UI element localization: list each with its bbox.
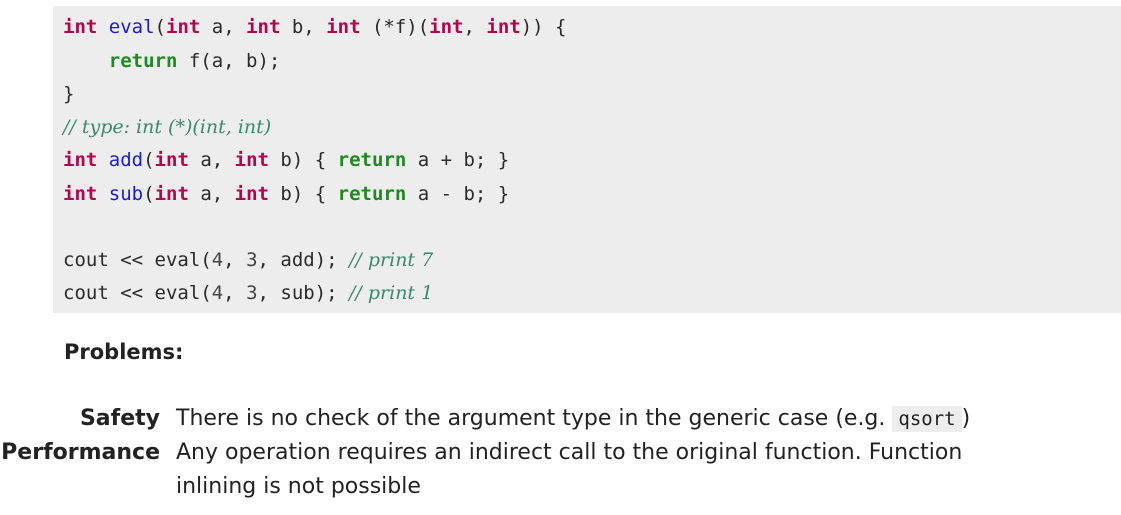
keyword: int bbox=[326, 16, 361, 38]
keyword: return bbox=[337, 149, 407, 171]
keyword: int bbox=[154, 183, 189, 205]
problem-desc-performance: Any operation requires an indirect call … bbox=[176, 436, 962, 470]
desc-text: ) bbox=[961, 406, 971, 431]
number-literal: 4 bbox=[211, 282, 224, 304]
code-text: b) { bbox=[268, 149, 338, 171]
function-name: add bbox=[108, 149, 144, 171]
code-text: ( bbox=[143, 149, 155, 171]
code-text: b, bbox=[280, 16, 327, 38]
desc-text: Any operation requires an indirect call … bbox=[176, 440, 963, 465]
keyword: int bbox=[246, 16, 281, 38]
code-text: (*f)( bbox=[360, 16, 430, 38]
keyword: int bbox=[486, 16, 521, 38]
problems-heading: Problems: bbox=[64, 340, 184, 364]
keyword: int bbox=[154, 149, 189, 171]
code-comment: // type: int (*)(int, int) bbox=[63, 116, 272, 138]
code-text: , sub); bbox=[257, 282, 350, 304]
code-text: ( bbox=[154, 16, 166, 38]
code-line: } bbox=[63, 81, 74, 107]
code-text: a - b; } bbox=[406, 183, 510, 205]
code-line: // type: int (*)(int, int) bbox=[63, 114, 271, 140]
inline-code: qsort bbox=[892, 406, 962, 432]
problem-desc-performance-cont: inlining is not possible bbox=[176, 470, 421, 504]
code-text: , bbox=[463, 16, 487, 38]
code-text: a, bbox=[200, 16, 247, 38]
code-comment: // print 1 bbox=[349, 282, 434, 304]
code-text: , bbox=[223, 249, 247, 271]
code-line: int eval(int a, int b, int (*f)(int, int… bbox=[63, 14, 566, 40]
code-text: )) { bbox=[520, 16, 567, 38]
number-literal: 3 bbox=[246, 249, 258, 271]
code-block: int eval(int a, int b, int (*f)(int, int… bbox=[53, 6, 1121, 313]
code-text: ( bbox=[143, 183, 155, 205]
keyword: int bbox=[234, 149, 269, 171]
code-text: a, bbox=[188, 183, 235, 205]
code-comment: // print 7 bbox=[349, 249, 434, 271]
code-text: } bbox=[63, 83, 75, 105]
keyword: return bbox=[337, 183, 407, 205]
keyword: int bbox=[234, 183, 269, 205]
keyword: return bbox=[108, 50, 178, 72]
desc-text: There is no check of the argument type i… bbox=[176, 406, 893, 431]
number-literal: 4 bbox=[211, 249, 224, 271]
code-text: f(a, b); bbox=[177, 50, 281, 72]
keyword: int bbox=[429, 16, 464, 38]
problem-term-safety: Safety bbox=[79, 406, 160, 431]
code-text: , bbox=[223, 282, 247, 304]
code-line: int sub(int a, int b) { return a - b; } bbox=[63, 181, 509, 207]
code-text: b) { bbox=[268, 183, 338, 205]
problem-term-performance: Performance bbox=[1, 440, 160, 465]
keyword: int bbox=[63, 16, 98, 38]
code-text: a + b; } bbox=[406, 149, 510, 171]
code-line: int add(int a, int b) { return a + b; } bbox=[63, 147, 509, 173]
code-text: cout << eval( bbox=[63, 249, 212, 271]
keyword: int bbox=[63, 183, 98, 205]
number-literal: 3 bbox=[246, 282, 258, 304]
code-text: cout << eval( bbox=[63, 282, 212, 304]
code-text: , add); bbox=[257, 249, 350, 271]
code-line: cout << eval(4, 3, sub); // print 1 bbox=[63, 280, 433, 306]
code-text: a, bbox=[188, 149, 235, 171]
function-name: sub bbox=[108, 183, 144, 205]
code-line: return f(a, b); bbox=[63, 48, 281, 74]
function-name: eval bbox=[108, 16, 155, 38]
code-line: cout << eval(4, 3, add); // print 7 bbox=[63, 247, 433, 273]
keyword: int bbox=[166, 16, 201, 38]
problem-desc-safety: There is no check of the argument type i… bbox=[176, 402, 970, 436]
desc-text: inlining is not possible bbox=[176, 474, 421, 499]
keyword: int bbox=[63, 149, 98, 171]
